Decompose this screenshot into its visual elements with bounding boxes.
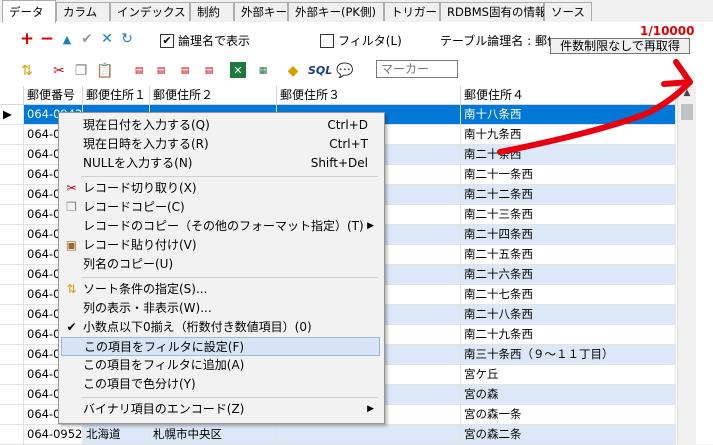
red-annotation-arrow (497, 59, 693, 155)
